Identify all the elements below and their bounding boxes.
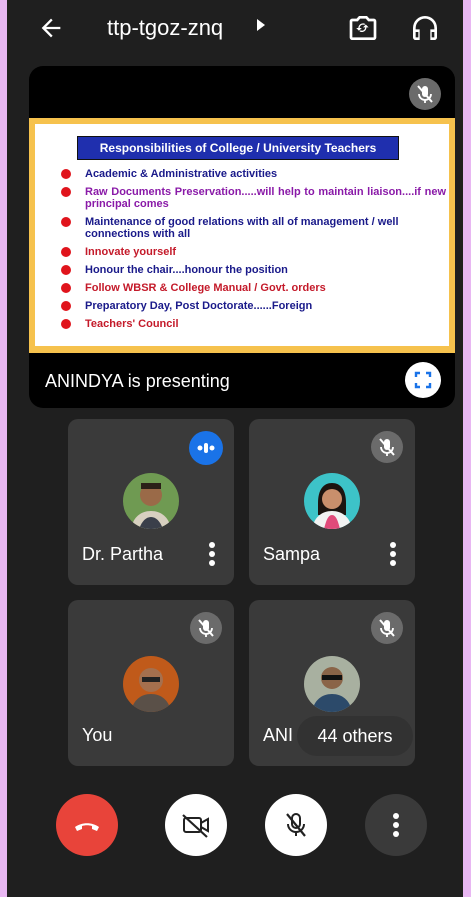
mic-off-icon bbox=[417, 85, 433, 103]
headphones-icon[interactable] bbox=[409, 12, 441, 44]
participant-tile-you[interactable]: You bbox=[68, 600, 234, 766]
meet-screen: ttp-tgoz-znq Responsibilities of College… bbox=[7, 0, 463, 897]
mic-off-icon bbox=[379, 619, 395, 637]
participant-name: You bbox=[82, 725, 113, 745]
slide-bullet: Raw Documents Preservation.....will help… bbox=[61, 186, 446, 210]
slide-content: Responsibilities of College / University… bbox=[35, 124, 449, 346]
fullscreen-button[interactable] bbox=[405, 362, 441, 398]
others-count-chip[interactable]: 44 others bbox=[297, 716, 413, 756]
participant-name: Dr. Partha bbox=[82, 544, 164, 564]
back-arrow-icon[interactable] bbox=[37, 14, 65, 42]
audio-level-icon bbox=[197, 443, 215, 453]
presenting-label: ANINDYA is presenting bbox=[45, 371, 230, 391]
bullet-icon bbox=[61, 301, 71, 311]
presentation-card[interactable]: Responsibilities of College / University… bbox=[29, 66, 455, 408]
avatar bbox=[304, 656, 360, 712]
presenter-muted-badge bbox=[409, 78, 441, 110]
avatar-image bbox=[304, 473, 360, 529]
muted-badge bbox=[371, 431, 403, 463]
bullet-icon bbox=[61, 217, 71, 227]
slide-bullet: Maintenance of good relations with all o… bbox=[61, 216, 446, 240]
avatar bbox=[123, 656, 179, 712]
mic-off-icon bbox=[198, 619, 214, 637]
avatar-image bbox=[123, 656, 179, 712]
bullet-icon bbox=[61, 319, 71, 329]
bullet-icon bbox=[61, 283, 71, 293]
fullscreen-icon bbox=[414, 371, 432, 389]
call-end-icon bbox=[75, 823, 99, 831]
mic-off-icon bbox=[286, 813, 306, 837]
bullet-icon bbox=[61, 169, 71, 179]
chevron-right-icon[interactable] bbox=[257, 19, 265, 31]
participant-name: ANI bbox=[263, 725, 294, 745]
more-vert-icon bbox=[393, 813, 399, 837]
avatar-image bbox=[123, 473, 179, 529]
switch-camera-icon[interactable] bbox=[347, 12, 379, 44]
bullet-icon bbox=[61, 187, 71, 197]
more-vert-icon[interactable] bbox=[389, 541, 397, 567]
slide-bullet: Honour the chair....honour the position bbox=[61, 264, 446, 276]
participant-name: Sampa bbox=[263, 544, 321, 564]
avatar bbox=[123, 473, 179, 529]
bullet-icon bbox=[61, 247, 71, 257]
end-call-button[interactable] bbox=[56, 794, 118, 856]
bullet-icon bbox=[61, 265, 71, 275]
slide-bullet-list: Academic & Administrative activities Raw… bbox=[61, 168, 446, 336]
mic-off-icon bbox=[379, 438, 395, 456]
participant-tile-dr-partha[interactable]: Dr. Partha bbox=[68, 419, 234, 585]
mic-toggle-button[interactable] bbox=[265, 794, 327, 856]
participant-tile-sampa[interactable]: Sampa bbox=[249, 419, 415, 585]
slide-bullet: Teachers' Council bbox=[61, 318, 446, 330]
avatar bbox=[304, 473, 360, 529]
slide-bullet: Innovate yourself bbox=[61, 246, 446, 258]
shared-slide: Responsibilities of College / University… bbox=[29, 118, 455, 353]
avatar-image bbox=[304, 656, 360, 712]
more-options-button[interactable] bbox=[365, 794, 427, 856]
videocam-off-icon bbox=[182, 814, 209, 838]
top-bar: ttp-tgoz-znq bbox=[7, 0, 463, 56]
speaking-indicator bbox=[189, 431, 223, 465]
more-vert-icon[interactable] bbox=[208, 541, 216, 567]
slide-bullet: Follow WBSR & College Manual / Govt. ord… bbox=[61, 282, 446, 294]
slide-title: Responsibilities of College / University… bbox=[77, 136, 399, 160]
camera-toggle-button[interactable] bbox=[165, 794, 227, 856]
meeting-code[interactable]: ttp-tgoz-znq bbox=[107, 14, 223, 42]
muted-badge bbox=[371, 612, 403, 644]
muted-badge bbox=[190, 612, 222, 644]
slide-bullet: Academic & Administrative activities bbox=[61, 168, 446, 180]
slide-bullet: Preparatory Day, Post Doctorate......For… bbox=[61, 300, 446, 312]
